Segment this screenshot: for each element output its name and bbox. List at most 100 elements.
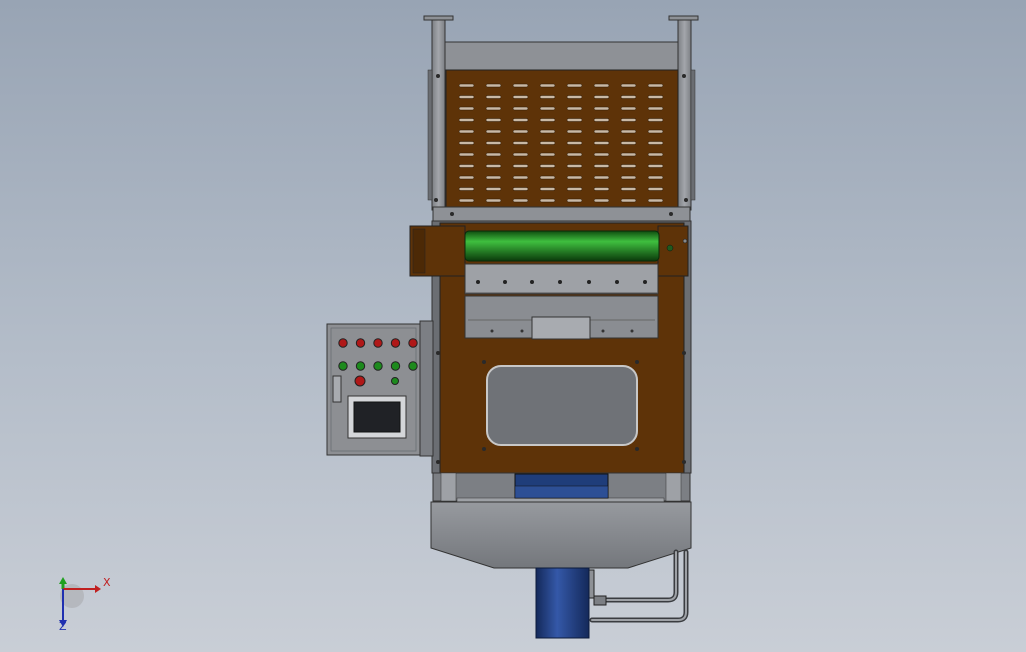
vent-slot xyxy=(620,141,637,145)
vent-slot xyxy=(512,175,529,180)
vent-slot xyxy=(620,83,637,88)
green-push-button[interactable] xyxy=(390,361,401,371)
bolt xyxy=(482,447,486,451)
hopper xyxy=(430,501,692,569)
vent-slot xyxy=(485,152,502,157)
vent-slot xyxy=(593,198,610,203)
vent-slot xyxy=(458,175,475,180)
vent-slot xyxy=(620,95,637,99)
vent-slot xyxy=(593,152,610,157)
vent-slot xyxy=(593,129,610,134)
vent-slot xyxy=(593,187,610,191)
bolt xyxy=(436,351,440,355)
vent-slot xyxy=(512,106,529,111)
vent-slot xyxy=(647,152,664,157)
vent-slot xyxy=(485,187,502,191)
vent-slot xyxy=(512,129,529,134)
feed-bolt xyxy=(530,280,534,284)
bolt xyxy=(482,360,486,364)
bolt xyxy=(682,460,686,464)
vent-slot xyxy=(566,141,583,145)
lower-base xyxy=(432,472,691,505)
vent-slot xyxy=(647,198,664,203)
vent-slot xyxy=(512,141,529,145)
vent-slot xyxy=(620,118,637,122)
vent-slot xyxy=(458,129,475,134)
vent-slot xyxy=(539,141,556,145)
vent-slot xyxy=(566,164,583,168)
vent-slot xyxy=(539,95,556,99)
vent-slot xyxy=(593,83,610,88)
red-push-button[interactable] xyxy=(354,375,366,387)
green-push-button[interactable] xyxy=(338,361,348,371)
vent-slot xyxy=(485,164,502,168)
vent-slot xyxy=(593,118,610,122)
machine-drawing[interactable] xyxy=(0,0,1026,652)
vent-slot xyxy=(539,198,556,203)
vent-slot xyxy=(458,187,475,191)
vent-slot xyxy=(566,83,583,88)
feed-bolt xyxy=(630,329,634,333)
inspection-window xyxy=(486,365,638,446)
vent-slot xyxy=(620,106,637,111)
vent-slot xyxy=(566,118,583,122)
vent-slot xyxy=(566,129,583,134)
vent-slot xyxy=(566,198,583,203)
vent-slot xyxy=(647,187,664,191)
vent-slot xyxy=(485,95,502,99)
vent-slot xyxy=(485,198,502,203)
vent-slot xyxy=(593,106,610,111)
bolt xyxy=(669,212,673,216)
bolt xyxy=(436,460,440,464)
panel-switch[interactable] xyxy=(332,375,342,403)
vent-slot xyxy=(566,106,583,111)
vent-slot xyxy=(485,118,502,122)
vent-slot xyxy=(539,164,556,168)
vent-slot xyxy=(647,83,664,88)
green-push-button[interactable] xyxy=(355,361,366,371)
vent-slot xyxy=(647,141,664,145)
feed-assembly xyxy=(464,263,659,340)
vent-slot xyxy=(647,175,664,180)
red-push-button[interactable] xyxy=(338,338,348,348)
vent-slot xyxy=(620,164,637,168)
vent-slot xyxy=(539,175,556,180)
green-push-button[interactable] xyxy=(408,361,418,371)
feed-bolt xyxy=(476,280,480,284)
vent-slot xyxy=(458,95,475,99)
vent-slot xyxy=(458,164,475,168)
bolt xyxy=(436,74,440,78)
vent-slot xyxy=(458,152,475,157)
bolt xyxy=(682,351,686,355)
bolt xyxy=(434,198,438,202)
green-push-button[interactable] xyxy=(373,361,383,371)
green-push-button[interactable] xyxy=(391,377,399,385)
vent-slot xyxy=(458,198,475,203)
red-push-button[interactable] xyxy=(373,338,383,348)
bolt xyxy=(682,74,686,78)
vent-slot xyxy=(512,95,529,99)
vent-slot xyxy=(512,198,529,203)
vent-slot xyxy=(512,83,529,88)
vent-slot xyxy=(512,164,529,168)
vent-slot xyxy=(593,141,610,145)
green-roller xyxy=(464,230,660,262)
bolt xyxy=(635,360,639,364)
feed-bolt xyxy=(587,280,591,284)
red-push-button[interactable] xyxy=(408,338,418,348)
vent-slot xyxy=(647,118,664,122)
vent-slot xyxy=(566,187,583,191)
hmi-screen[interactable] xyxy=(353,401,401,433)
vent-slot xyxy=(620,187,637,191)
vent-slot xyxy=(539,118,556,122)
vent-slot xyxy=(512,118,529,122)
red-push-button[interactable] xyxy=(355,338,366,348)
vent-slot xyxy=(485,106,502,111)
red-push-button[interactable] xyxy=(390,338,401,348)
vent-slot xyxy=(593,164,610,168)
control-panel[interactable] xyxy=(326,320,434,457)
vent-slot xyxy=(647,129,664,134)
cad-viewport[interactable]: X Z xyxy=(0,0,1026,652)
vent-slot xyxy=(566,152,583,157)
vent-slot xyxy=(458,141,475,145)
